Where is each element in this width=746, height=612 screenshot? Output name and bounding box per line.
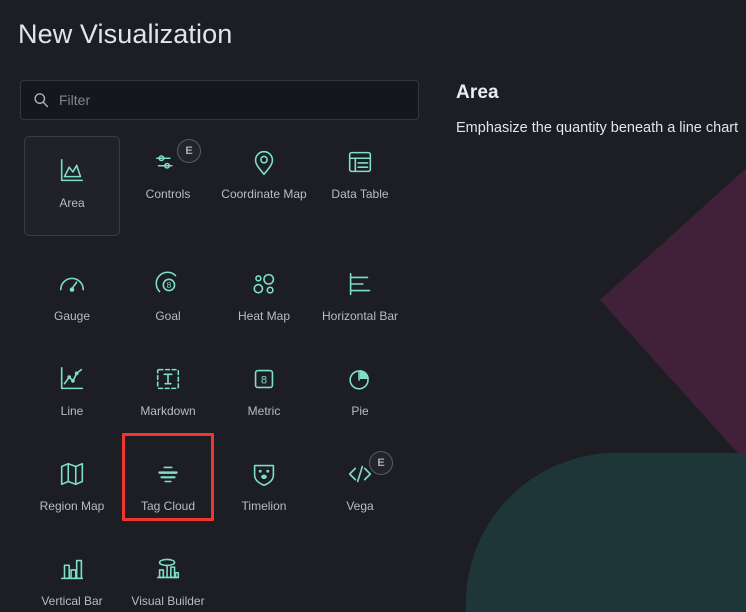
viz-type-card-metric[interactable]: 8 Metric bbox=[216, 353, 312, 426]
heat-map-icon bbox=[253, 273, 275, 294]
markdown-icon bbox=[156, 368, 180, 390]
detail-description: Emphasize the quantity beneath a line ch… bbox=[456, 120, 739, 136]
experimental-badge: E bbox=[369, 451, 393, 475]
viz-type-label: Tag Cloud bbox=[140, 499, 196, 513]
svg-text:8: 8 bbox=[167, 280, 172, 290]
viz-type-label: Gauge bbox=[53, 309, 91, 323]
viz-type-label: Controls bbox=[145, 187, 191, 201]
goal-icon: 8 bbox=[155, 271, 177, 293]
viz-type-label: Line bbox=[60, 404, 84, 418]
area-chart-icon bbox=[60, 158, 84, 181]
experimental-badge: E bbox=[177, 139, 201, 163]
vertical-bar-icon bbox=[60, 559, 84, 580]
viz-type-card-region-map[interactable]: Region Map bbox=[24, 448, 120, 521]
viz-type-label: Area bbox=[59, 195, 85, 210]
viz-type-label: Heat Map bbox=[237, 309, 291, 323]
viz-type-label: Markdown bbox=[140, 404, 196, 418]
viz-type-card-timelion[interactable]: Timelion bbox=[216, 448, 312, 521]
pie-chart-icon bbox=[349, 370, 369, 390]
visual-builder-icon bbox=[156, 558, 180, 579]
tag-cloud-icon bbox=[158, 466, 178, 483]
search-input[interactable] bbox=[59, 92, 408, 108]
viz-type-card-horizontal-bar[interactable]: Horizontal Bar bbox=[312, 258, 408, 331]
viz-type-card-visual-builder[interactable]: Visual Builder bbox=[120, 543, 216, 612]
viz-type-label: Goal bbox=[155, 309, 181, 323]
viz-type-card-gauge[interactable]: Gauge bbox=[24, 258, 120, 331]
viz-type-card-goal[interactable]: 8 Goal bbox=[120, 258, 216, 331]
viz-type-label: Horizontal Bar bbox=[321, 309, 399, 323]
viz-type-card-data-table[interactable]: Data Table bbox=[312, 136, 408, 236]
metric-icon: 8 bbox=[254, 369, 274, 389]
data-table-icon bbox=[348, 151, 372, 173]
viz-type-label: Coordinate Map bbox=[221, 187, 307, 201]
page-title: New Visualization bbox=[18, 19, 233, 49]
viz-type-card-tag-cloud[interactable]: Tag Cloud bbox=[120, 448, 216, 521]
viz-type-card-controls[interactable]: Controls E bbox=[120, 136, 216, 236]
viz-type-label: Visual Builder bbox=[131, 594, 205, 608]
visualization-detail-panel: Area Emphasize the quantity beneath a li… bbox=[456, 82, 746, 139]
svg-text:8: 8 bbox=[261, 375, 267, 387]
new-visualization-modal: New Visualization Area Controls E Coordinat… bbox=[0, 0, 746, 612]
viz-type-label: Timelion bbox=[241, 499, 287, 513]
viz-type-label: Region Map bbox=[39, 499, 105, 513]
search-icon bbox=[34, 93, 49, 108]
viz-type-label: Metric bbox=[247, 404, 281, 418]
viz-type-card-area[interactable]: Area bbox=[24, 136, 120, 236]
viz-type-label: Pie bbox=[351, 404, 369, 418]
horizontal-bar-icon bbox=[349, 272, 371, 296]
gauge-icon bbox=[59, 277, 85, 292]
viz-type-card-line[interactable]: Line bbox=[24, 353, 120, 426]
region-map-icon bbox=[60, 462, 84, 486]
viz-type-label: Vertical Bar bbox=[41, 594, 103, 608]
viz-type-label: Data Table bbox=[331, 187, 389, 201]
map-pin-icon bbox=[254, 150, 274, 175]
filter-search-container bbox=[20, 80, 419, 120]
visualization-type-grid: Area Controls E Coordinate Map Data Table Gau… bbox=[24, 136, 424, 612]
viz-type-card-vega[interactable]: Vega E bbox=[312, 448, 408, 521]
viz-type-label: Vega bbox=[346, 499, 374, 513]
timelion-icon bbox=[253, 464, 275, 487]
viz-type-card-markdown[interactable]: Markdown bbox=[120, 353, 216, 426]
viz-type-card-heat-map[interactable]: Heat Map bbox=[216, 258, 312, 331]
viz-type-card-pie[interactable]: Pie bbox=[312, 353, 408, 426]
viz-type-card-vertical-bar[interactable]: Vertical Bar bbox=[24, 543, 120, 612]
detail-title: Area bbox=[456, 82, 499, 103]
line-chart-icon bbox=[60, 366, 84, 390]
filter-search-box[interactable] bbox=[20, 80, 419, 120]
decorative-teal-arc bbox=[466, 453, 746, 612]
viz-type-card-coordinate-map[interactable]: Coordinate Map bbox=[216, 136, 312, 236]
